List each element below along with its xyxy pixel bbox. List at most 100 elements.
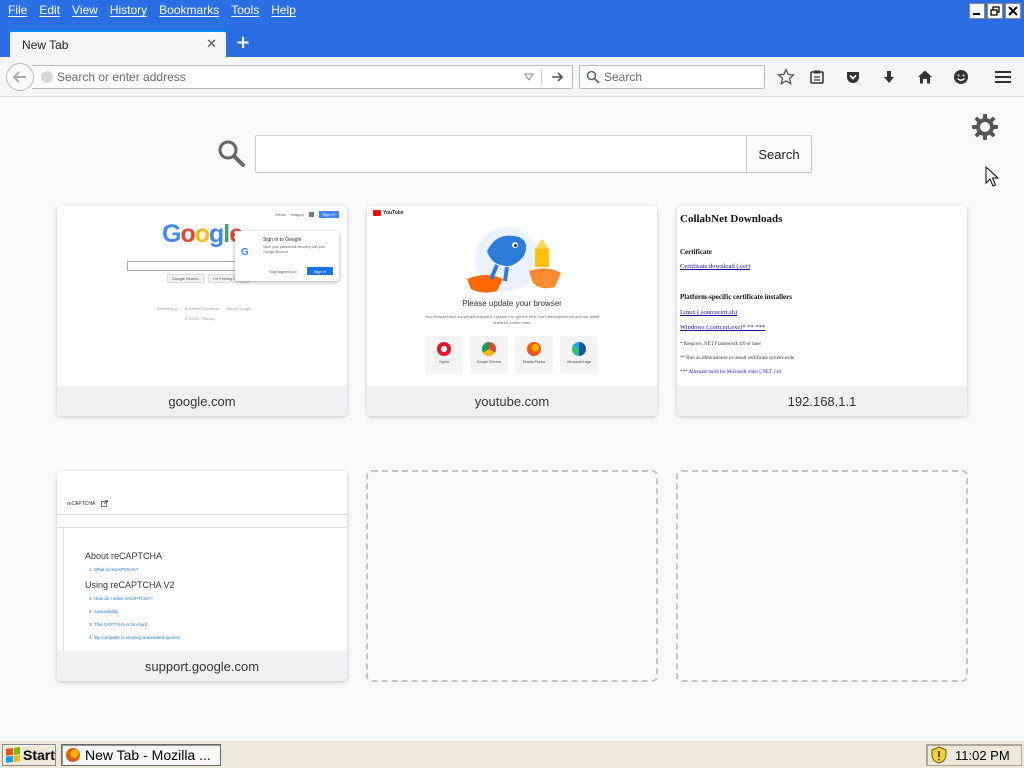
google-signin-button: Sign in [318,211,339,218]
windows-link: Windows (.certcert.exe)* ** *** [680,324,766,331]
help-link: 2. Accessibility [89,609,119,614]
menu-tools[interactable]: Tools [225,0,265,22]
navigation-toolbar: Search or enter address Search [0,57,1024,97]
help-link: 1. How do I solve reCAPTCHA? [89,596,153,601]
google-g-icon: G [241,247,249,258]
help-link: 4. My computer is sending automated quer… [89,635,181,640]
gear-icon[interactable] [970,112,1000,142]
chrome-icon [482,342,496,356]
using-recaptcha-heading: Using reCAPTCHA V2 [85,580,175,590]
download-icon[interactable] [879,67,899,87]
note-line: * Requires .NET Framework 4.0 or later [680,342,761,347]
start-label: Start [23,747,55,763]
certificate-link: Certificate download (.cer) [680,263,751,270]
taskbar-window-label: New Tab - Mozilla ... [85,747,211,763]
tab-close-icon[interactable]: ✕ [206,37,217,52]
menu-bookmarks[interactable]: Bookmarks [153,0,225,22]
search-icon [586,70,600,84]
youtube-update-title: Please update your browser [462,299,562,308]
top-site-tile-support-google[interactable]: reCAPTCHA About reCAPTCHA 1. What is reC… [57,471,347,681]
security-shield-icon[interactable] [931,746,947,764]
site-identity-icon[interactable] [41,71,53,83]
browser-label: Microsoft Edge [567,360,591,364]
divider [57,527,347,528]
top-site-tile-youtube[interactable]: YouTube Please update your browser Your … [367,206,657,416]
new-tab-page: Search Gmail Images Sign in Google Googl… [0,98,1024,740]
youtube-logo: YouTube [373,210,404,216]
empty-tile-slot[interactable] [366,470,658,682]
certificate-heading: Certificate [680,248,712,256]
browser-chrome: Google Chrome [470,336,508,374]
tile-thumbnail: CollabNet Downloads Certificate Certific… [677,206,967,386]
browser-opera: Opera [425,336,463,374]
browser-label: Google Chrome [476,360,502,364]
linux-link: Linux (.sourcecert.sh) [680,309,738,316]
firefox-icon [66,748,80,762]
go-arrow-icon[interactable] [550,70,564,84]
browser-firefox: Mozilla Firefox [515,336,553,374]
url-dropdown-icon[interactable] [524,72,534,82]
star-icon[interactable] [776,67,796,87]
reading-list-icon[interactable] [807,67,827,87]
google-footer: Advertising Business Solutions About Goo… [157,306,251,311]
menu-view[interactable]: View [66,0,104,22]
back-arrow-icon [12,71,26,83]
tile-label: 192.168.1.1 [677,386,967,416]
top-site-tile-router[interactable]: CollabNet Downloads Certificate Certific… [677,206,967,416]
youtube-play-icon [373,210,381,216]
menu-edit[interactable]: Edit [33,0,66,22]
external-link-icon [101,500,109,507]
search-bar[interactable]: Search [579,65,765,89]
edge-icon [572,342,586,356]
tile-label: support.google.com [57,651,347,681]
google-search-box [127,261,247,271]
home-icon[interactable] [915,67,935,87]
note-line: ** Run as administrator to install certi… [680,356,795,361]
firefox-icon [527,342,541,356]
opera-icon [437,342,451,356]
top-site-tile-google[interactable]: Gmail Images Sign in Google Google Searc… [57,206,347,416]
minimize-icon[interactable] [969,3,985,19]
tile-label: google.com [57,386,347,416]
menu-history[interactable]: History [104,0,153,22]
pocket-icon[interactable] [843,67,863,87]
search-input[interactable]: Search [604,66,642,88]
note-line: *** Alternate build for Microsoft older … [680,370,782,375]
start-button[interactable]: Start [2,744,56,766]
tab-new-tab[interactable]: New Tab ✕ [10,30,226,57]
mouse-cursor-icon [985,166,999,187]
hamburger-menu-icon[interactable] [993,67,1013,87]
google-images-link: Images [290,212,304,217]
recaptcha-header-text: reCAPTCHA [67,500,96,507]
restore-icon[interactable] [987,3,1003,19]
newtab-search-button[interactable]: Search [746,135,812,173]
footer-link: Business Solutions [184,306,219,311]
newtab-search-input[interactable] [255,135,747,173]
collabnet-title: CollabNet Downloads [680,213,783,225]
back-button[interactable] [6,63,34,91]
clock: 11:02 PM [955,747,1010,763]
footer-link: Advertising [157,306,177,311]
taskbar-firefox-window[interactable]: New Tab - Mozilla ... [61,744,221,766]
menu-file[interactable]: File [2,0,33,22]
hello-icon[interactable] [951,67,971,87]
apps-grid-icon [308,212,314,217]
youtube-update-text: Your browser isn't supported anymore. Up… [424,314,600,325]
windows-logo-icon [6,747,20,763]
tab-strip: New Tab ✕ + [0,22,1024,57]
help-link: 1. What is reCAPTCHA? [89,567,139,572]
popup-stay-signed-out: Stay signed out [269,269,297,274]
google-search-btn: Google Search [167,274,204,283]
address-bar[interactable]: Search or enter address [32,65,573,89]
divider [57,514,347,515]
empty-tile-slot[interactable] [676,470,968,682]
tab-title: New Tab [22,37,69,52]
new-tab-plus-icon[interactable]: + [233,32,253,53]
close-icon[interactable] [1005,3,1021,19]
menu-help[interactable]: Help [265,0,302,22]
browser-list: Opera Google Chrome Mozilla Firefox Micr… [425,336,598,374]
google-signin-popup: G Sign in to Google Save your passwords … [235,231,339,281]
footer-copyright: © 2020 - Privacy [185,316,215,321]
address-input[interactable]: Search or enter address [57,66,186,88]
system-tray: 11:02 PM [926,744,1022,766]
